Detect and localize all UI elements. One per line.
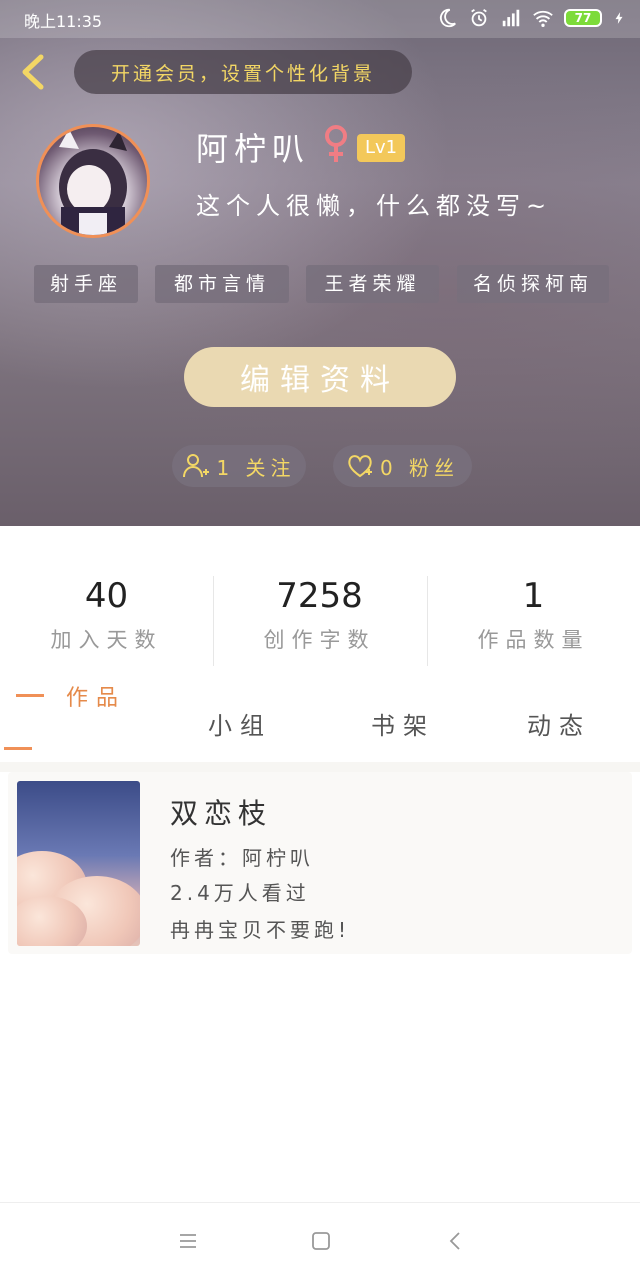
following-button[interactable]: 1 关注 bbox=[172, 445, 306, 487]
system-nav-bar bbox=[0, 1202, 640, 1281]
tab-groups[interactable]: 小组 bbox=[208, 706, 272, 741]
work-title[interactable]: 双恋枝 bbox=[170, 792, 272, 832]
tag-item[interactable]: 名侦探柯南 bbox=[457, 265, 609, 303]
tab-indicator bbox=[16, 694, 44, 697]
work-author: 作者：阿柠叭 bbox=[170, 846, 314, 870]
book-cover[interactable] bbox=[17, 781, 140, 946]
stat-value: 40 bbox=[84, 576, 129, 616]
status-bar: 晚上11:35 77 bbox=[0, 0, 640, 38]
follow-person-icon bbox=[183, 454, 210, 478]
stats-row: 40 加入天数 7258 创作字数 1 作品数量 bbox=[0, 526, 640, 685]
stat-work-count: 1 作品数量 bbox=[427, 576, 640, 654]
edit-profile-button[interactable]: 编辑资料 bbox=[184, 347, 456, 407]
alarm-icon bbox=[471, 8, 487, 27]
stat-word-count: 7258 创作字数 bbox=[213, 576, 426, 654]
tag-item[interactable]: 王者荣耀 bbox=[306, 265, 439, 303]
status-time: 晚上11:35 bbox=[24, 12, 103, 31]
stat-label: 创作字数 bbox=[263, 628, 376, 652]
work-views: 2.4万人看过 bbox=[170, 881, 310, 905]
vip-banner[interactable]: 开通会员，设置个性化背景 bbox=[74, 50, 412, 94]
avatar[interactable] bbox=[36, 124, 150, 238]
level-badge: Lv1 bbox=[357, 134, 406, 162]
nickname: 阿柠叭 bbox=[196, 130, 311, 168]
battery-indicator: 77 bbox=[564, 9, 602, 27]
followers-button[interactable]: 0 粉丝 bbox=[333, 445, 472, 487]
stat-value: 1 bbox=[522, 576, 545, 616]
tab-works[interactable]: 作品 bbox=[66, 680, 126, 712]
heart-icon bbox=[348, 455, 372, 478]
tag-item[interactable]: 都市言情 bbox=[155, 265, 289, 303]
wifi-icon bbox=[533, 10, 553, 27]
moon-icon bbox=[439, 8, 456, 28]
tab-bookshelf[interactable]: 书架 bbox=[371, 706, 435, 741]
tab-activity[interactable]: 动态 bbox=[527, 706, 591, 741]
followers-label: 0 粉丝 bbox=[379, 455, 460, 480]
stat-value: 7258 bbox=[276, 576, 363, 616]
signature: 这个人很懒，什么都没写~ bbox=[196, 192, 553, 220]
stat-label: 加入天数 bbox=[50, 628, 163, 652]
status-icons: 77 bbox=[436, 7, 626, 29]
charging-icon bbox=[615, 12, 623, 24]
work-card[interactable]: 双恋枝 作者：阿柠叭 2.4万人看过 冉冉宝贝不要跑! bbox=[8, 772, 632, 954]
stat-join-days: 40 加入天数 bbox=[0, 576, 213, 654]
stat-label: 作品数量 bbox=[477, 628, 590, 652]
signal-icon bbox=[502, 9, 520, 27]
tab-bar: 作品 小组 书架 动态 bbox=[0, 684, 640, 762]
back-triangle-icon[interactable] bbox=[444, 1229, 468, 1253]
tag-list: 射手座 都市言情 王者荣耀 名侦探柯南 bbox=[34, 265, 609, 303]
back-button[interactable] bbox=[14, 52, 50, 92]
menu-icon[interactable] bbox=[176, 1229, 200, 1253]
back-arrow-icon bbox=[22, 54, 44, 90]
home-square-icon[interactable] bbox=[309, 1229, 333, 1253]
female-gender-icon bbox=[325, 125, 347, 162]
profile-header: 晚上11:35 77 开通会员，设置个性化背景 阿柠叭 Lv1 这个人很懒，什么… bbox=[0, 0, 640, 526]
avatar-illustration bbox=[59, 129, 127, 235]
work-description: 冉冉宝贝不要跑! bbox=[170, 918, 351, 942]
tag-item[interactable]: 射手座 bbox=[34, 265, 138, 303]
section-gap bbox=[0, 762, 640, 772]
tab-indicator bbox=[4, 747, 32, 750]
following-label: 1 关注 bbox=[216, 455, 296, 480]
